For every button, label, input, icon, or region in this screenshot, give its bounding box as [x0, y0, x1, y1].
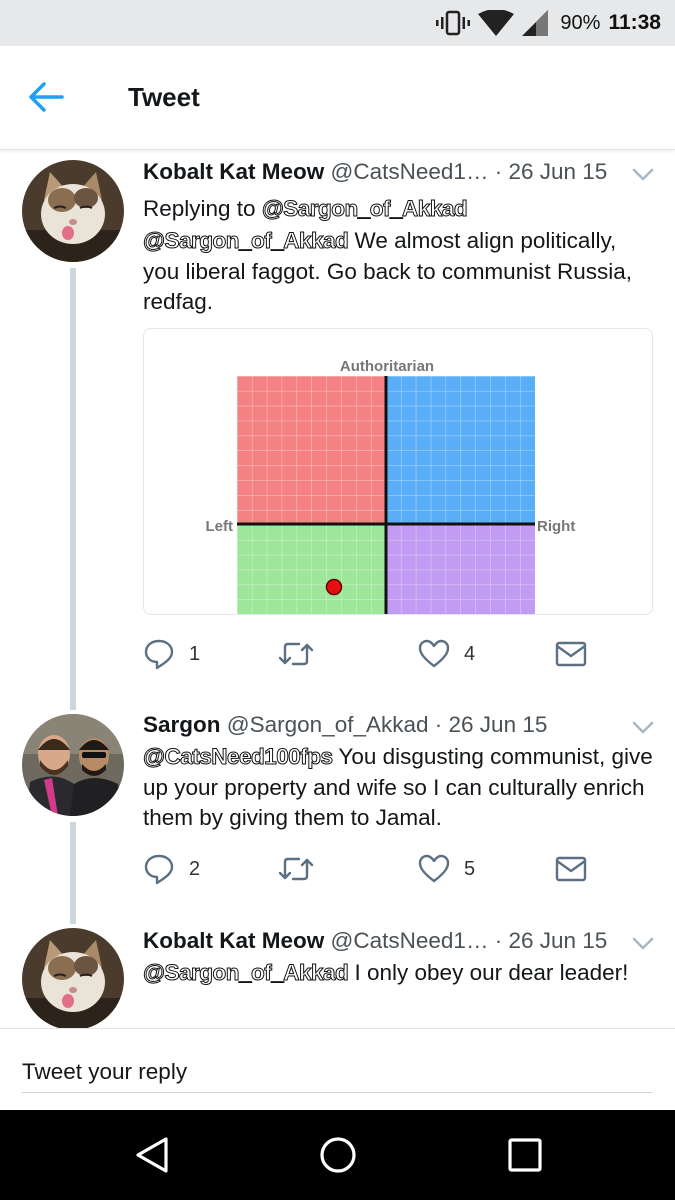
author-handle[interactable]: @CatsNeed1…: [331, 159, 489, 184]
envelope-icon: [555, 641, 587, 667]
tweet-date[interactable]: · 26 Jun 15: [495, 928, 608, 953]
reply-button[interactable]: 1: [143, 637, 200, 671]
cat-avatar-image: [22, 160, 124, 262]
battery-percent: 90%: [560, 11, 601, 34]
cat-avatar-image: [22, 928, 124, 1030]
chevron-down-icon[interactable]: [632, 168, 654, 182]
authoritarian-label: Authoritarian: [340, 358, 434, 375]
page-title: Tweet: [128, 82, 200, 112]
tweet-media-political-compass[interactable]: Authoritarian Left Right: [143, 328, 653, 615]
back-button[interactable]: [26, 80, 66, 114]
tweet-date[interactable]: · 26 Jun 15: [435, 712, 548, 737]
tweet-date[interactable]: · 26 Jun 15: [495, 159, 608, 184]
mention-link[interactable]: @Sargon_of_Akkad: [142, 960, 349, 986]
heart-icon: [418, 854, 450, 883]
chevron-down-icon[interactable]: [632, 937, 654, 951]
tweet-body: @Sargon_of_Akkad I only obey our dear le…: [142, 958, 658, 989]
tweet-text: I only obey our dear leader!: [348, 960, 629, 985]
tweet-header: Kobalt Kat Meow @CatsNeed1… · 26 Jun 15: [143, 928, 607, 954]
replying-to-line: Replying to @Sargon_of_Akkad: [143, 194, 658, 225]
like-button[interactable]: 5: [418, 852, 475, 886]
app-bar: Tweet: [0, 46, 675, 150]
tweet-body: @CatsNeed100fps You disgusting communist…: [143, 742, 658, 834]
tweet-actions: 2 5: [143, 852, 603, 888]
mention-link[interactable]: @Sargon_of_Akkad: [142, 228, 349, 254]
tweet-actions: 1 4: [143, 637, 603, 673]
political-compass-chart: Authoritarian Left Right: [206, 358, 575, 614]
speech-bubble-icon: [144, 639, 174, 670]
retweet-arrows-icon: [278, 857, 314, 881]
avatar[interactable]: [22, 160, 124, 262]
reply-input[interactable]: Tweet your reply: [22, 1047, 652, 1093]
vibrate-icon: [436, 10, 471, 36]
sargon-avatar-image: [22, 714, 124, 816]
author-handle[interactable]: @Sargon_of_Akkad: [227, 712, 429, 737]
system-nav-bar: [0, 1110, 675, 1200]
reply-count: 1: [189, 642, 201, 665]
tweet-header: Sargon @Sargon_of_Akkad · 26 Jun 15: [143, 712, 547, 738]
direct-message-button[interactable]: [555, 852, 587, 886]
status-bar: 90% 11:38: [0, 0, 675, 46]
tweet-body: @Sargon_of_Akkad We almost align politic…: [142, 226, 658, 318]
circle-home-icon[interactable]: [316, 1135, 360, 1175]
mention-link[interactable]: @CatsNeed100fps: [143, 744, 334, 770]
author-handle[interactable]: @CatsNeed1…: [331, 928, 489, 953]
avatar[interactable]: [22, 714, 124, 816]
author-name[interactable]: Kobalt Kat Meow: [143, 159, 324, 184]
right-label: Right: [537, 518, 575, 535]
position-dot: [325, 578, 343, 596]
replying-to-mention[interactable]: @Sargon_of_Akkad: [261, 196, 468, 222]
retweet-button[interactable]: [277, 637, 315, 671]
like-button[interactable]: 4: [418, 637, 475, 671]
reply-count: 2: [189, 857, 201, 880]
speech-bubble-icon: [144, 854, 174, 885]
like-count: 5: [464, 857, 476, 880]
retweet-arrows-icon: [278, 642, 314, 666]
wifi-icon: [478, 10, 515, 36]
left-label: Left: [206, 518, 234, 535]
square-recents-icon[interactable]: [503, 1135, 547, 1175]
tweet-header: Kobalt Kat Meow @CatsNeed1… · 26 Jun 15: [143, 159, 607, 185]
triangle-back-icon[interactable]: [130, 1135, 174, 1175]
like-count: 4: [464, 642, 476, 665]
status-icons: 90% 11:38: [436, 8, 661, 38]
replying-to-label: Replying to: [143, 196, 256, 221]
thread-line: [70, 822, 76, 924]
avatar[interactable]: [22, 928, 124, 1030]
heart-icon: [418, 639, 450, 668]
reply-button[interactable]: 2: [143, 852, 200, 886]
retweet-button[interactable]: [277, 852, 315, 886]
author-name[interactable]: Sargon: [143, 712, 221, 737]
thread-line: [70, 268, 76, 710]
reply-composer: Tweet your reply: [0, 1028, 675, 1110]
author-name[interactable]: Kobalt Kat Meow: [143, 928, 324, 953]
chevron-down-icon[interactable]: [632, 721, 654, 735]
direct-message-button[interactable]: [555, 637, 587, 671]
clock: 11:38: [608, 11, 661, 34]
cell-signal-icon: [522, 10, 549, 36]
arrow-left-icon: [29, 82, 64, 112]
envelope-icon: [555, 856, 587, 882]
